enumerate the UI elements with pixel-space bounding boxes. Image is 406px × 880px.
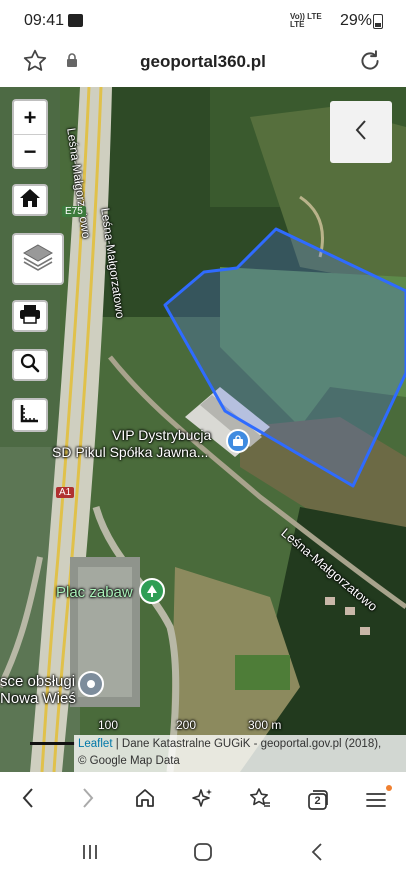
battery-percent: 29%	[340, 12, 373, 29]
zoom-in-button[interactable]: +	[14, 101, 46, 135]
back-nav-icon[interactable]	[310, 842, 324, 867]
bookmarks-button[interactable]	[244, 784, 276, 816]
layers-icon	[21, 242, 55, 277]
print-button[interactable]	[12, 300, 48, 332]
tabs-count: 2	[314, 795, 321, 807]
gallery-notification-icon	[68, 14, 83, 27]
poi-label: VIP Dystrybucja	[112, 427, 212, 443]
recent-apps-icon[interactable]	[80, 842, 100, 867]
side-panel-toggle[interactable]	[330, 101, 392, 163]
chevron-left-icon	[354, 119, 368, 146]
browser-toolbar: 2	[0, 772, 406, 828]
chevron-right-icon	[81, 787, 95, 814]
zoom-out-button[interactable]: −	[14, 135, 46, 168]
map-view[interactable]: + − Leśna-Małgorzatowo Leśna-Małgorzatow…	[0, 87, 406, 772]
home-button[interactable]	[129, 784, 161, 816]
home-icon	[19, 188, 41, 213]
leaflet-link[interactable]: Leaflet	[78, 738, 113, 750]
back-button[interactable]	[12, 784, 44, 816]
attribution-text: Dane Katastralne GUGiK - geoportal.gov.p…	[121, 738, 382, 750]
scale-label: 100	[98, 718, 119, 732]
search-icon	[20, 353, 40, 378]
chevron-left-icon	[21, 787, 35, 814]
attribution-google: © Google Map Data	[78, 755, 180, 767]
system-navigation-bar	[0, 828, 406, 880]
menu-button[interactable]	[360, 784, 392, 816]
search-button[interactable]	[12, 349, 48, 381]
browser-address-bar: geoportal360.pl	[0, 40, 406, 87]
scale-label: 200	[176, 718, 197, 732]
printer-icon	[19, 304, 41, 329]
tabs-button[interactable]: 2	[302, 784, 334, 816]
hamburger-menu-icon	[365, 785, 392, 809]
map-attribution: Leaflet | Dane Katastralne GUGiK - geopo…	[74, 735, 406, 772]
extensions-button[interactable]	[187, 784, 219, 816]
home-button[interactable]	[12, 184, 48, 216]
home-nav-icon[interactable]	[193, 842, 213, 867]
layers-button[interactable]	[12, 233, 64, 285]
location-pin-icon[interactable]	[78, 671, 104, 697]
clock: 09:41	[24, 12, 65, 29]
highway-shield-e75: E75	[62, 206, 86, 217]
poi-label: sce obsługi	[0, 673, 76, 690]
notification-dot	[386, 785, 392, 791]
home-icon	[134, 787, 156, 814]
zoom-control: + −	[12, 99, 48, 169]
forward-button[interactable]	[72, 784, 104, 816]
star-list-icon	[248, 787, 272, 814]
measure-button[interactable]	[12, 398, 48, 432]
status-bar: 09:41 Vo)) LTE LTE 29%	[0, 0, 406, 40]
poi-label: Plac zabaw	[56, 584, 133, 601]
poi-label: Nowa Wieś	[0, 690, 76, 707]
highway-shield-a1: A1	[56, 487, 75, 498]
attribution-separator: |	[112, 738, 122, 750]
tabs-icon: 2	[306, 789, 330, 811]
park-pin-icon[interactable]	[139, 578, 165, 604]
network-indicator: Vo)) LTE LTE	[290, 12, 322, 29]
url-text[interactable]: geoportal360.pl	[0, 52, 406, 72]
scale-label: 300 m	[248, 718, 282, 732]
poi-label: SD Pikul Spółka Jawna...	[52, 444, 209, 460]
shopping-pin-icon[interactable]	[226, 429, 250, 453]
reload-icon[interactable]	[357, 48, 383, 79]
battery-icon	[373, 14, 383, 29]
ruler-icon	[20, 403, 40, 428]
sparkle-icon	[192, 787, 214, 814]
